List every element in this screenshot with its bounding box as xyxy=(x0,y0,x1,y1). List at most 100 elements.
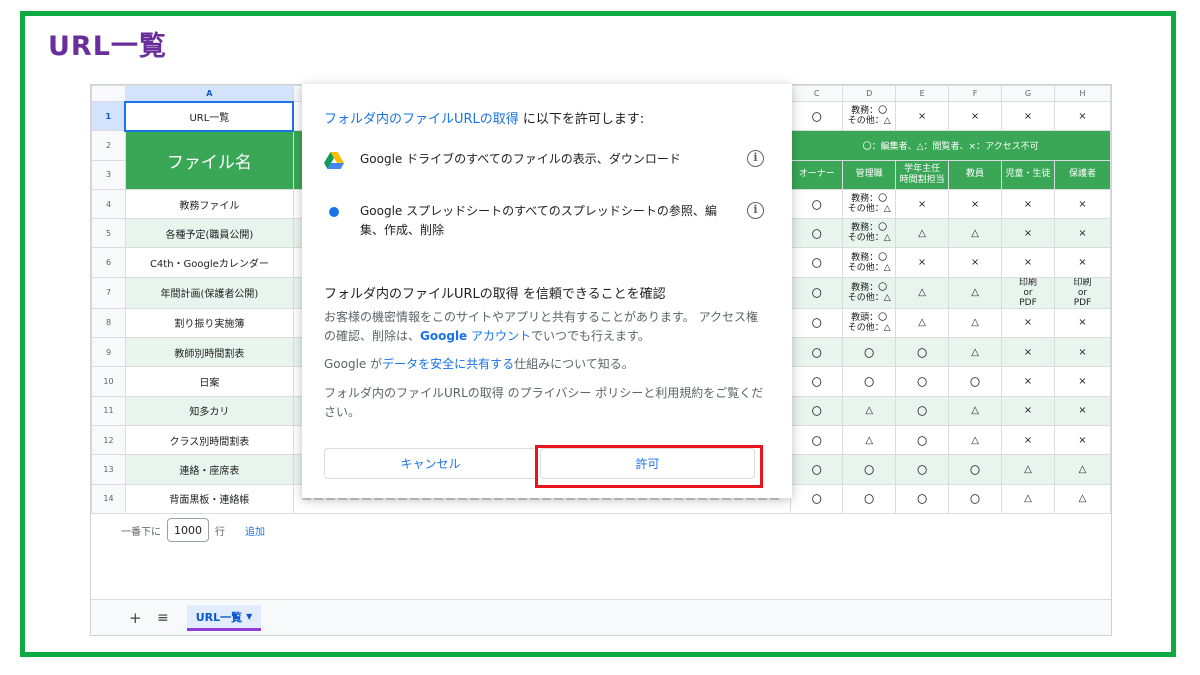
row-number[interactable]: 7 xyxy=(91,276,126,309)
file-name-cell[interactable]: 連絡・座席表 xyxy=(124,454,294,485)
cell-permission[interactable]: × xyxy=(1001,337,1055,368)
cell-permission[interactable]: 〇 xyxy=(842,337,897,368)
cell-permission[interactable]: △ xyxy=(895,307,950,339)
cell-permission[interactable]: × xyxy=(895,247,950,278)
column-header-d[interactable]: D xyxy=(842,85,897,102)
cell-permission[interactable]: △ xyxy=(1001,454,1055,485)
cell-permission[interactable]: △ xyxy=(948,218,1003,249)
cell-permission[interactable]: 〇 xyxy=(895,424,950,456)
cell-permission[interactable]: 〇 xyxy=(790,247,844,278)
cell-permission[interactable]: 〇 xyxy=(790,424,844,456)
file-name-cell[interactable]: 各種予定(職員公開) xyxy=(124,218,294,249)
cell-permission[interactable]: 〇 xyxy=(842,366,897,397)
file-name-cell[interactable]: C4th・Googleカレンダー xyxy=(124,247,294,278)
column-header-e[interactable]: E xyxy=(895,85,950,102)
file-name-cell[interactable]: 知多カリ xyxy=(124,395,294,426)
file-name-cell[interactable]: 年間計画(保護者公開) xyxy=(124,276,294,309)
cell-permission[interactable]: △ xyxy=(1001,483,1055,514)
role-header[interactable]: オーナー xyxy=(790,159,844,190)
cell-a1[interactable]: URL一覧 xyxy=(124,100,295,132)
cell-permission[interactable]: × xyxy=(1001,307,1055,339)
row-number[interactable]: 6 xyxy=(91,247,126,278)
row-number[interactable]: 1 xyxy=(91,100,126,132)
cell-permission[interactable]: 〇 xyxy=(948,454,1003,485)
cell-permission[interactable]: △ xyxy=(842,395,897,426)
cell-permission[interactable]: × xyxy=(1001,424,1055,456)
cell-permission[interactable]: 〇 xyxy=(948,483,1003,514)
cell-permission[interactable]: 印刷 or PDF xyxy=(1001,276,1055,309)
cell-permission[interactable]: × xyxy=(1053,100,1111,132)
cell-permission[interactable]: × xyxy=(895,188,950,220)
cell-permission[interactable]: × xyxy=(1001,188,1055,220)
cell-permission[interactable]: × xyxy=(1001,218,1055,249)
cell-permission[interactable]: 〇 xyxy=(948,366,1003,397)
cell-permission[interactable]: × xyxy=(1053,247,1111,278)
cell-permission[interactable]: 〇 xyxy=(895,366,950,397)
file-name-cell[interactable]: 割り振り実施簿 xyxy=(124,307,294,339)
cell-permission[interactable]: 〇 xyxy=(895,395,950,426)
cell-permission[interactable]: △ xyxy=(1053,454,1111,485)
row-number[interactable]: 11 xyxy=(91,395,126,426)
corner-cell[interactable] xyxy=(91,85,126,102)
account-link[interactable]: アカウント xyxy=(467,329,531,343)
cell-permission[interactable]: 教務：〇 その他：△ xyxy=(842,100,897,132)
cell-permission[interactable]: 〇 xyxy=(790,395,844,426)
cell-permission[interactable]: × xyxy=(948,188,1003,220)
cell-permission[interactable]: 〇 xyxy=(895,454,950,485)
cell-permission[interactable]: △ xyxy=(948,337,1003,368)
cell-permission[interactable]: × xyxy=(1001,100,1055,132)
row-number[interactable]: 13 xyxy=(91,454,126,485)
file-name-cell[interactable]: 背面黒板・連絡帳 xyxy=(124,483,294,514)
cell-permission[interactable]: △ xyxy=(948,276,1003,309)
google-link[interactable]: Google xyxy=(420,329,467,343)
permission-legend[interactable]: 〇：編集者、△：閲覧者、×：アクセス不可 xyxy=(790,130,1111,161)
cell-permission[interactable]: 教務：〇 その他：△ xyxy=(842,218,897,249)
cell-permission[interactable]: 〇 xyxy=(842,454,897,485)
sheet-tab-url-list[interactable]: URL一覧 ▼ xyxy=(187,605,261,631)
row-number[interactable]: 10 xyxy=(91,366,126,397)
row-number[interactable]: 4 xyxy=(91,188,126,220)
cell-permission[interactable]: × xyxy=(1001,395,1055,426)
row-number[interactable]: 9 xyxy=(91,337,126,368)
cancel-button[interactable]: キャンセル xyxy=(324,448,537,479)
cell-permission[interactable]: 〇 xyxy=(790,454,844,485)
cell-permission[interactable]: 教頭：〇 その他：△ xyxy=(842,307,897,339)
file-name-cell[interactable]: 教務ファイル xyxy=(124,188,294,220)
cell-permission[interactable]: 〇 xyxy=(790,337,844,368)
cell-permission[interactable]: × xyxy=(1053,218,1111,249)
cell-permission[interactable]: × xyxy=(1053,307,1111,339)
info-icon[interactable]: i xyxy=(747,150,764,167)
cell-permission[interactable]: × xyxy=(1053,188,1111,220)
all-sheets-icon[interactable]: ≡ xyxy=(157,610,169,626)
cell-permission[interactable]: × xyxy=(1053,337,1111,368)
cell-permission[interactable]: 〇 xyxy=(790,483,844,514)
column-header-g[interactable]: G xyxy=(1001,85,1055,102)
file-name-cell[interactable]: クラス別時間割表 xyxy=(124,424,294,456)
cell-permission[interactable]: 教務：〇 その他：△ xyxy=(842,276,897,309)
cell-permission[interactable]: △ xyxy=(1053,483,1111,514)
cell-permission[interactable]: △ xyxy=(895,218,950,249)
column-header-f[interactable]: F xyxy=(948,85,1003,102)
info-icon[interactable]: i xyxy=(747,202,764,219)
role-header[interactable]: 保護者 xyxy=(1053,159,1111,190)
cell-permission[interactable]: △ xyxy=(842,424,897,456)
cell-permission[interactable]: 〇 xyxy=(790,100,844,132)
file-name-cell[interactable]: 教師別時間割表 xyxy=(124,337,294,368)
cell-permission[interactable]: × xyxy=(1053,395,1111,426)
row-number[interactable]: 3 xyxy=(91,159,126,190)
role-header[interactable]: 教員 xyxy=(948,159,1003,190)
cell-permission[interactable]: 〇 xyxy=(895,483,950,514)
add-rows-button[interactable]: 追加 xyxy=(245,523,265,538)
cell-permission[interactable]: 教務：〇 その他：△ xyxy=(842,188,897,220)
cell-permission[interactable]: 〇 xyxy=(895,337,950,368)
row-number[interactable]: 14 xyxy=(91,483,126,514)
chevron-down-icon[interactable]: ▼ xyxy=(246,612,252,621)
cell-permission[interactable]: 〇 xyxy=(842,483,897,514)
add-sheet-icon[interactable]: + xyxy=(129,609,142,627)
cell-permission[interactable]: 〇 xyxy=(790,366,844,397)
cell-permission[interactable]: 印刷 or PDF xyxy=(1053,276,1111,309)
column-header-a[interactable]: A xyxy=(124,85,294,102)
cell-permission[interactable]: 〇 xyxy=(790,276,844,309)
cell-permission[interactable]: × xyxy=(948,100,1003,132)
column-header-h[interactable]: H xyxy=(1053,85,1111,102)
